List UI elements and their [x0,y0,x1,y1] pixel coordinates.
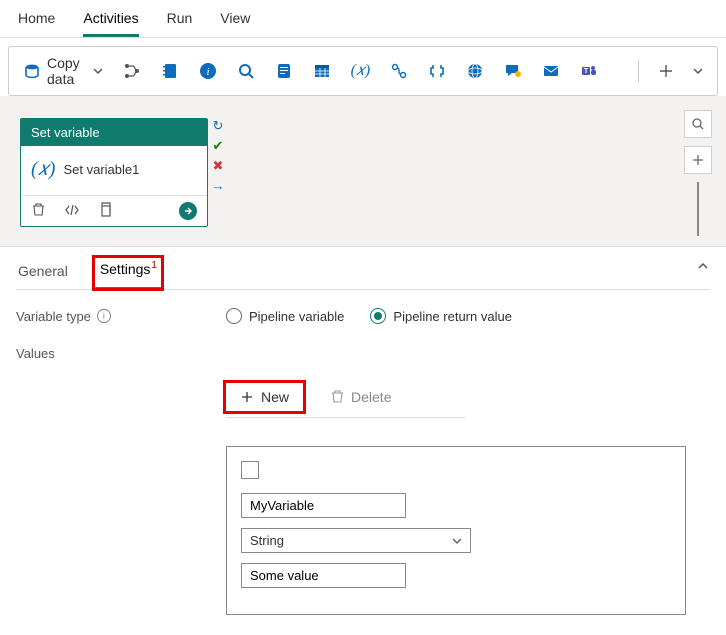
tab-settings-label: Settings [100,261,151,277]
code-icon[interactable] [64,203,80,220]
copy-icon[interactable] [98,202,112,220]
add-button[interactable] [659,64,673,78]
info-icon[interactable]: i [97,309,111,323]
canvas-search-button[interactable] [684,110,712,138]
add-chevron-icon[interactable] [693,66,703,76]
nav-tab-activities[interactable]: Activities [83,6,138,37]
handle-fail-icon[interactable]: ✖ [210,158,226,174]
flow-icon[interactable] [390,62,408,80]
properties-panel: General Settings1 Variable type i Pipeli… [0,246,726,635]
values-label: Values [16,346,55,361]
delete-button-label: Delete [351,389,391,405]
toolbar-divider [638,60,639,82]
mail-icon[interactable] [542,62,560,80]
radio-pipeline-variable[interactable]: Pipeline variable [226,308,344,324]
handle-loop-icon[interactable]: ↻ [210,118,226,134]
script-icon[interactable] [275,62,293,80]
activity-name: Set variable1 [63,162,139,177]
copy-data-label: Copy data [47,55,87,87]
copy-data-button[interactable]: Copy data [23,55,103,87]
chevron-down-icon [93,66,103,76]
row-checkbox[interactable] [241,461,259,479]
new-button-label: New [261,389,289,405]
database-icon [23,62,41,80]
handle-skip-icon[interactable]: → [210,178,226,193]
table-icon[interactable] [313,62,331,80]
nav-tab-run[interactable]: Run [167,6,193,37]
variable-icon: (𝑥) [31,158,55,181]
variable-name-input[interactable] [241,493,406,518]
canvas-add-button[interactable] [684,146,712,174]
variable-type-label: Variable type [16,309,91,324]
chevron-down-icon [452,536,462,546]
card-side-handles: ↻ ✔ ✖ → [210,118,226,193]
variable-icon[interactable]: (𝑥) [351,62,371,80]
tab-settings[interactable]: Settings1 [94,257,162,289]
delete-button[interactable]: Delete [317,383,405,411]
collapse-panel-button[interactable] [696,259,710,276]
zoom-track[interactable] [697,182,699,236]
values-editor: String [226,446,686,615]
pipeline-canvas[interactable]: Set variable (𝑥) Set variable1 ↻ ✔ ✖ → [0,96,726,246]
chat-icon[interactable] [504,62,522,80]
plus-icon [240,390,254,404]
divider [226,417,466,418]
nav-tab-view[interactable]: View [220,6,250,37]
tab-settings-badge: 1 [151,260,157,271]
teams-icon[interactable]: T [580,62,598,80]
activity-card[interactable]: Set variable (𝑥) Set variable1 [20,118,208,227]
bracket-icon[interactable] [428,62,446,80]
variable-type-select[interactable]: String [241,528,471,553]
variable-value-input[interactable] [241,563,406,588]
radio-pipeline-variable-label: Pipeline variable [249,309,344,324]
delete-icon[interactable] [31,202,46,220]
new-button[interactable]: New [226,383,303,411]
nav-tab-home[interactable]: Home [18,6,55,37]
run-icon[interactable] [179,202,197,220]
radio-pipeline-return-value[interactable]: Pipeline return value [370,308,512,324]
globe-icon[interactable] [466,62,484,80]
top-nav: Home Activities Run View [0,0,726,38]
radio-pipeline-return-value-label: Pipeline return value [393,309,512,324]
branch-icon[interactable] [123,62,141,80]
activity-type-label: Set variable [21,119,207,146]
toolbar: Copy data i (𝑥) T [8,46,718,96]
info-icon[interactable]: i [199,62,217,80]
search-icon[interactable] [237,62,255,80]
svg-text:T: T [584,68,589,75]
tab-general[interactable]: General [16,257,70,289]
trash-icon [331,390,344,404]
svg-text:i: i [206,66,209,78]
handle-success-icon[interactable]: ✔ [210,138,226,154]
notebook-icon[interactable] [161,62,179,80]
variable-type-value: String [250,533,284,548]
